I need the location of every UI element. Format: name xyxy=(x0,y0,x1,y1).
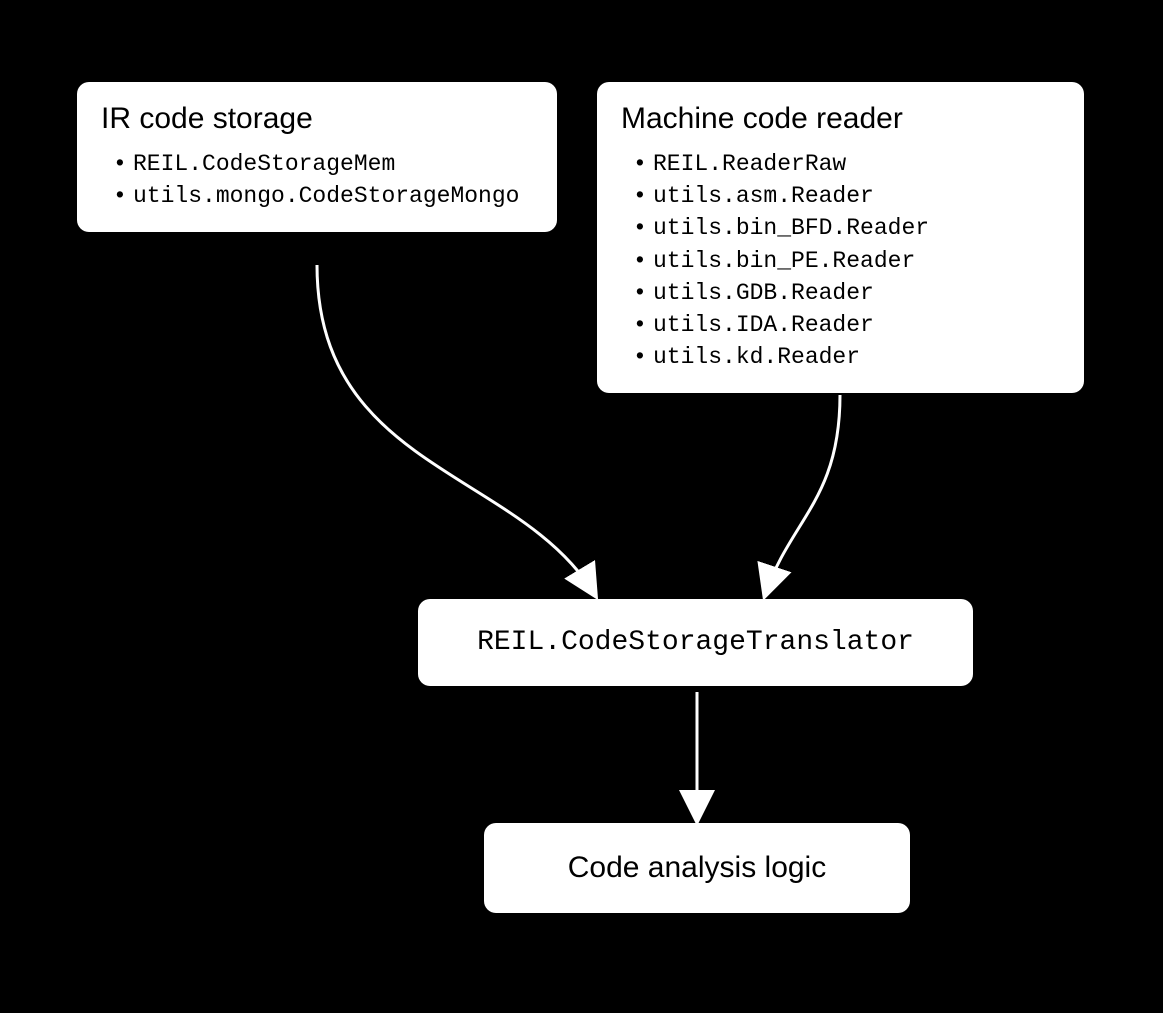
translator-label: REIL.CodeStorageTranslator xyxy=(452,627,939,658)
list-item: utils.mongo.CodeStorageMongo xyxy=(109,180,533,212)
list-item: utils.bin_BFD.Reader xyxy=(629,212,1060,244)
list-item: utils.bin_PE.Reader xyxy=(629,245,1060,277)
box-title: Machine code reader xyxy=(621,102,1060,136)
list-item: REIL.ReaderRaw xyxy=(629,148,1060,180)
analysis-label: Code analysis logic xyxy=(518,851,876,885)
box-title: IR code storage xyxy=(101,102,533,136)
analysis-box: Code analysis logic xyxy=(484,823,910,913)
arrow-reader-to-translator xyxy=(765,395,840,595)
list-item: utils.asm.Reader xyxy=(629,180,1060,212)
translator-box: REIL.CodeStorageTranslator xyxy=(418,599,973,686)
list-item: utils.kd.Reader xyxy=(629,341,1060,373)
machine-code-reader-box: Machine code reader REIL.ReaderRaw utils… xyxy=(597,82,1084,393)
arrow-storage-to-translator xyxy=(317,265,595,595)
storage-items-list: REIL.CodeStorageMem utils.mongo.CodeStor… xyxy=(101,148,533,212)
list-item: utils.IDA.Reader xyxy=(629,309,1060,341)
list-item: utils.GDB.Reader xyxy=(629,277,1060,309)
reader-items-list: REIL.ReaderRaw utils.asm.Reader utils.bi… xyxy=(621,148,1060,373)
ir-code-storage-box: IR code storage REIL.CodeStorageMem util… xyxy=(77,82,557,232)
list-item: REIL.CodeStorageMem xyxy=(109,148,533,180)
